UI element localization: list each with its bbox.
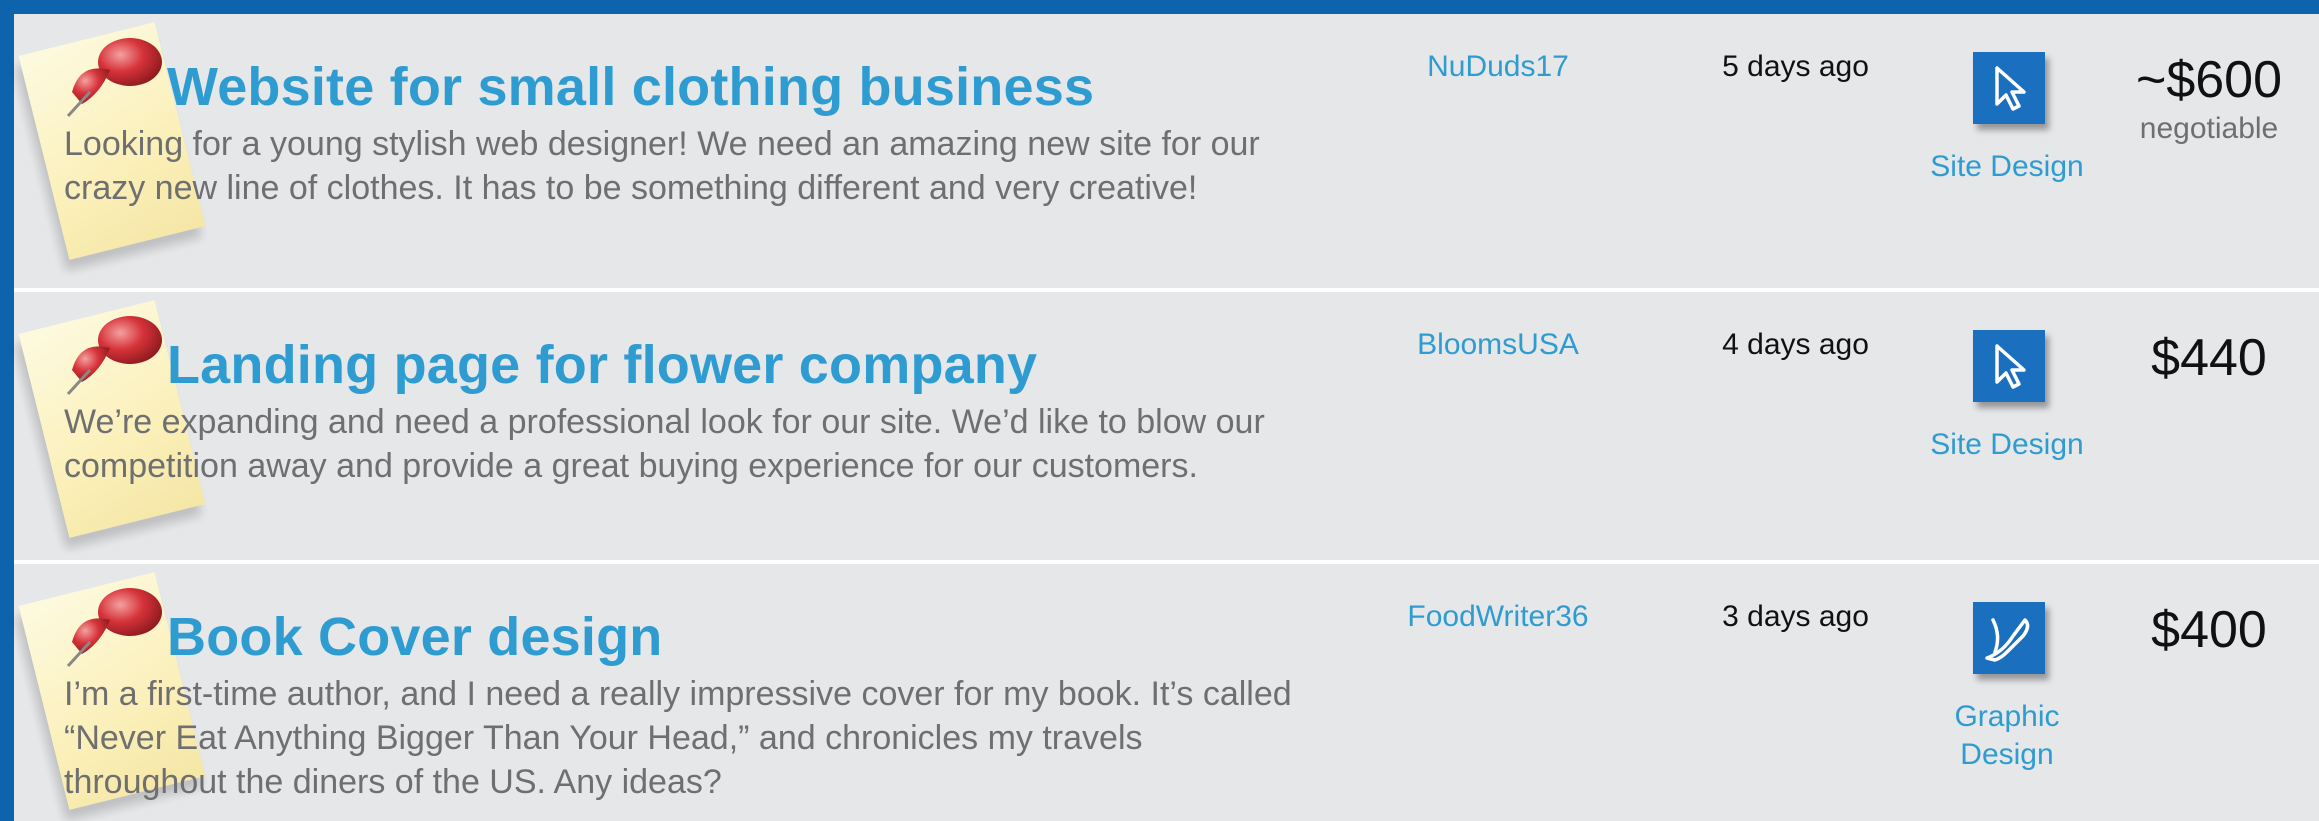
- listing-row[interactable]: Landing page for flower company We’re ex…: [14, 292, 2319, 560]
- listing-description: I’m a first-time author, and I need a re…: [64, 675, 1292, 801]
- listing-title[interactable]: Landing page for flower company: [167, 334, 1037, 396]
- date-cell: 5 days ago: [1676, 14, 1915, 288]
- job-board: Website for small clothing business Look…: [14, 14, 2319, 821]
- category-label[interactable]: Site Design: [1919, 426, 2095, 464]
- price-note: negotiable: [2139, 112, 2279, 145]
- listing-title[interactable]: Book Cover design: [167, 606, 663, 668]
- pen-nib-icon[interactable]: [1973, 602, 2045, 674]
- listing-main-cell: Landing page for flower company We’re ex…: [14, 292, 1320, 560]
- user-link[interactable]: BloomsUSA: [1324, 328, 1672, 362]
- price-value: ~$600: [2135, 51, 2283, 109]
- price-cell: $400: [2099, 564, 2319, 821]
- date-cell: 3 days ago: [1676, 564, 1915, 821]
- listing-description: We’re expanding and need a professional …: [64, 403, 1265, 485]
- listing-description: Looking for a young stylish web designer…: [64, 125, 1260, 207]
- posted-date: 4 days ago: [1722, 328, 1869, 361]
- pushpin-icon: [66, 38, 162, 118]
- category-cell[interactable]: Graphic Design: [1919, 564, 2095, 821]
- listing-main-cell: Book Cover design I’m a first-time autho…: [14, 564, 1320, 821]
- listing-row[interactable]: Website for small clothing business Look…: [14, 14, 2319, 288]
- user-cell: BloomsUSA: [1324, 292, 1672, 560]
- date-cell: 4 days ago: [1676, 292, 1915, 560]
- cursor-arrow-icon[interactable]: [1973, 52, 2045, 124]
- user-cell: FoodWriter36: [1324, 564, 1672, 821]
- price-value: $440: [2151, 329, 2267, 387]
- category-cell[interactable]: Site Design: [1919, 292, 2095, 560]
- user-link[interactable]: NuDuds17: [1324, 50, 1672, 84]
- price-cell: $440: [2099, 292, 2319, 560]
- price-cell: ~$600 negotiable: [2099, 14, 2319, 288]
- pushpin-icon: [66, 316, 162, 396]
- category-cell[interactable]: Site Design: [1919, 14, 2095, 288]
- pushpin-icon: [66, 588, 162, 668]
- listing-main-cell: Website for small clothing business Look…: [14, 14, 1320, 288]
- listing-row[interactable]: Book Cover design I’m a first-time autho…: [14, 564, 2319, 821]
- posted-date: 5 days ago: [1722, 50, 1869, 83]
- listing-title[interactable]: Website for small clothing business: [167, 56, 1094, 118]
- price-value: $400: [2151, 601, 2267, 659]
- cursor-arrow-icon[interactable]: [1973, 330, 2045, 402]
- category-label[interactable]: Site Design: [1919, 148, 2095, 186]
- category-label[interactable]: Graphic Design: [1919, 698, 2095, 774]
- user-cell: NuDuds17: [1324, 14, 1672, 288]
- posted-date: 3 days ago: [1722, 600, 1869, 633]
- user-link[interactable]: FoodWriter36: [1324, 600, 1672, 634]
